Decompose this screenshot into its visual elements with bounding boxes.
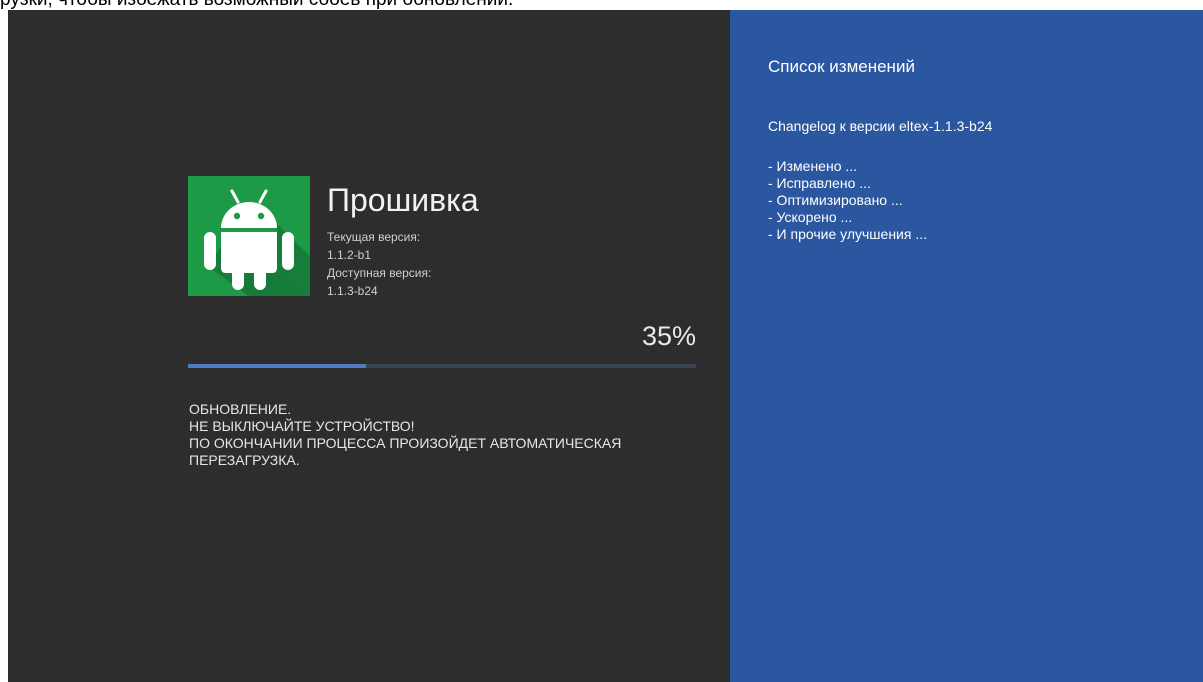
changelog-item: - Изменено ...	[768, 158, 858, 174]
firmware-title: Прошивка	[327, 182, 479, 218]
progress-bar	[188, 364, 696, 368]
changelog-item: - И прочие улучшения ...	[768, 226, 928, 242]
update-warning: ОБНОВЛЕНИЕ. НЕ ВЫКЛЮЧАЙТЕ УСТРОЙСТВО! ПО…	[189, 401, 709, 469]
changelog-list: - Изменено ... - Исправлено ... - Оптими…	[768, 158, 927, 243]
changelog-item: - Оптимизировано ...	[768, 192, 903, 208]
progress-bar-fill	[188, 364, 366, 368]
current-version-value: 1.1.2-b1	[327, 248, 372, 262]
update-screen: Прошивка Текущая версия: 1.1.2-b1 Доступ…	[8, 10, 1203, 682]
android-robot-icon	[188, 176, 310, 296]
changelog-panel: Список изменений Changelog к версии elte…	[730, 10, 1203, 682]
warning-line: ОБНОВЛЕНИЕ.	[189, 401, 292, 417]
progress-percent: 35%	[641, 321, 696, 351]
changelog-item: - Исправлено ...	[768, 175, 871, 191]
update-panel: Прошивка Текущая версия: 1.1.2-b1 Доступ…	[8, 10, 730, 682]
warning-line: ПЕРЕЗАГРУЗКА.	[189, 452, 300, 468]
changelog-title: Список изменений	[768, 57, 915, 76]
warning-line: ПО ОКОНЧАНИИ ПРОЦЕССА ПРОИЗОЙДЕТ АВТОМАТ…	[189, 435, 622, 451]
top-caption: рузки, чтобы избежать возможный сбоев пр…	[0, 0, 1203, 10]
warning-line: НЕ ВЫКЛЮЧАЙТЕ УСТРОЙСТВО!	[189, 418, 415, 434]
available-version-label: Доступная версия:	[327, 266, 432, 280]
changelog-version: Changelog к версии eltex-1.1.3-b24	[768, 118, 993, 134]
current-version-label: Текущая версия:	[327, 230, 421, 244]
available-version-value: 1.1.3-b24	[327, 284, 378, 298]
changelog-item: - Ускорено ...	[768, 209, 853, 225]
